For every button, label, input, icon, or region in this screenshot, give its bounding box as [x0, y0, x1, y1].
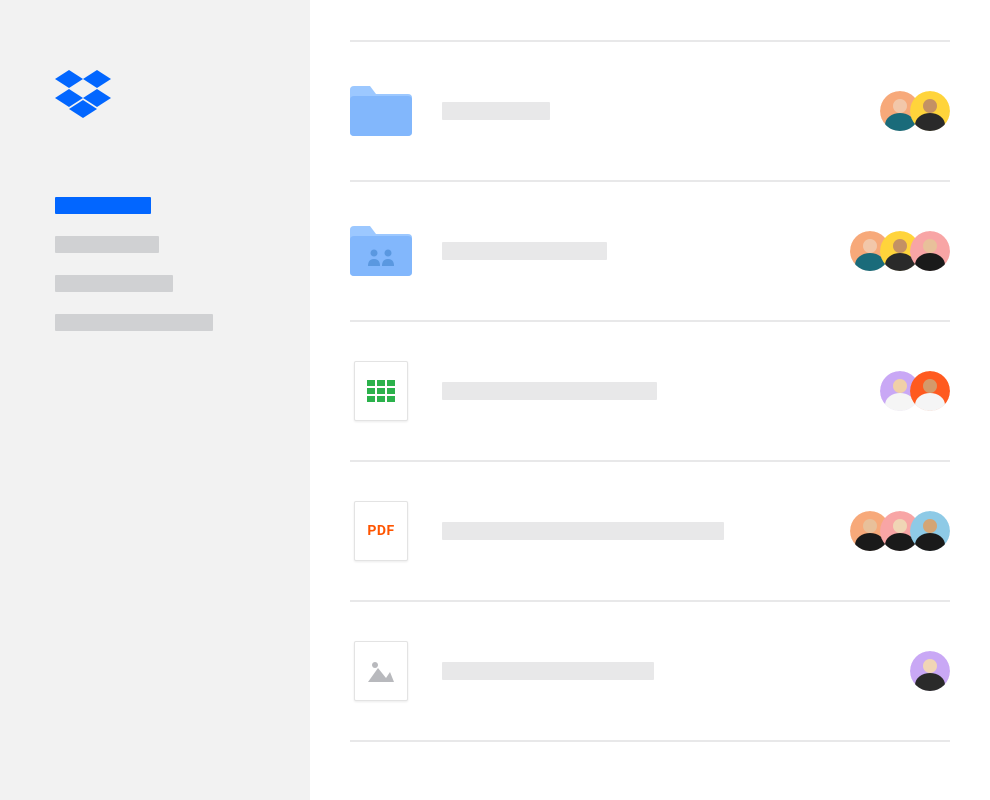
file-name-placeholder — [442, 102, 550, 120]
divider — [350, 740, 950, 742]
shared-avatars[interactable] — [910, 651, 950, 691]
file-row[interactable] — [350, 182, 950, 320]
sidebar-nav-item-3[interactable] — [55, 314, 213, 331]
file-list: PDF — [310, 0, 990, 800]
sidebar-nav-item-0[interactable] — [55, 197, 151, 214]
sidebar-nav-item-2[interactable] — [55, 275, 173, 292]
pdf-label: PDF — [367, 523, 394, 539]
avatar[interactable] — [910, 651, 950, 691]
pdf-icon: PDF — [350, 500, 412, 562]
avatar[interactable] — [910, 231, 950, 271]
avatar[interactable] — [910, 371, 950, 411]
file-row[interactable] — [350, 322, 950, 460]
image-icon — [350, 640, 412, 702]
file-name-placeholder — [442, 242, 607, 260]
folder-icon — [350, 80, 412, 142]
sidebar — [0, 0, 310, 800]
shared-folder-icon — [350, 220, 412, 282]
file-row[interactable] — [350, 602, 950, 740]
file-row[interactable] — [350, 42, 950, 180]
dropbox-icon — [55, 70, 111, 118]
sidebar-nav-item-1[interactable] — [55, 236, 159, 253]
shared-avatars[interactable] — [850, 231, 950, 271]
shared-avatars[interactable] — [850, 511, 950, 551]
file-name-placeholder — [442, 522, 724, 540]
shared-avatars[interactable] — [880, 91, 950, 131]
shared-avatars[interactable] — [880, 371, 950, 411]
sidebar-nav — [55, 197, 255, 331]
dropbox-logo[interactable] — [55, 70, 255, 122]
file-name-placeholder — [442, 382, 657, 400]
avatar[interactable] — [910, 511, 950, 551]
avatar[interactable] — [910, 91, 950, 131]
file-name-placeholder — [442, 662, 654, 680]
spreadsheet-icon — [350, 360, 412, 422]
file-row[interactable]: PDF — [350, 462, 950, 600]
